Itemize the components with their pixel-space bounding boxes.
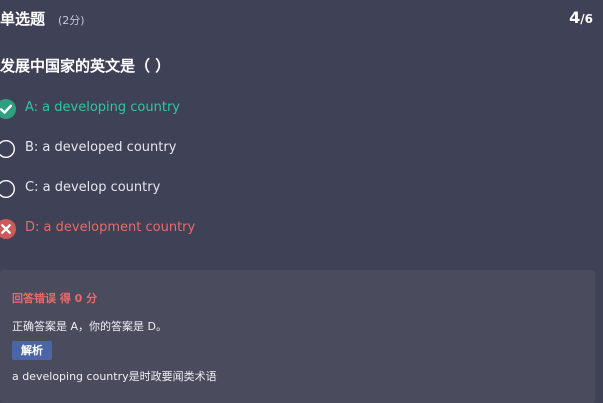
result-title: 回答错误 得 0 分: [12, 292, 98, 305]
question-text: 发展中国家的英文是（ ）: [0, 57, 171, 75]
analysis-button[interactable]: 解析: [12, 341, 52, 360]
question-progress: 4/6: [569, 8, 593, 27]
option-d-label: D: a development country: [25, 220, 196, 235]
analysis-text: a developing country是时政要闻类术语: [12, 370, 217, 383]
question-header: 单选题 (2分) 4/6: [0, 8, 603, 30]
progress-current: 4: [569, 8, 581, 27]
option-c-label: C: a develop country: [25, 180, 161, 195]
result-panel: 回答错误 得 0 分 正确答案是 A，你的答案是 D。 解析 a develop…: [0, 270, 595, 403]
option-b[interactable]: B: a developed country: [0, 138, 400, 160]
cross-circle-icon: [0, 219, 16, 239]
option-d[interactable]: D: a development country: [0, 218, 400, 240]
progress-total: /6: [580, 12, 593, 26]
option-a-label: A: a developing country: [25, 100, 180, 115]
radio-empty-icon: [0, 139, 16, 159]
option-c[interactable]: C: a develop country: [0, 178, 400, 200]
option-a[interactable]: A: a developing country: [0, 98, 400, 120]
radio-empty-icon: [0, 179, 16, 199]
check-circle-icon: [0, 99, 16, 119]
correct-answer-text: 正确答案是 A，你的答案是 D。: [12, 320, 167, 333]
question-score-label: (2分): [58, 14, 85, 27]
question-type-label: 单选题: [0, 10, 46, 28]
option-b-label: B: a developed country: [25, 140, 177, 155]
